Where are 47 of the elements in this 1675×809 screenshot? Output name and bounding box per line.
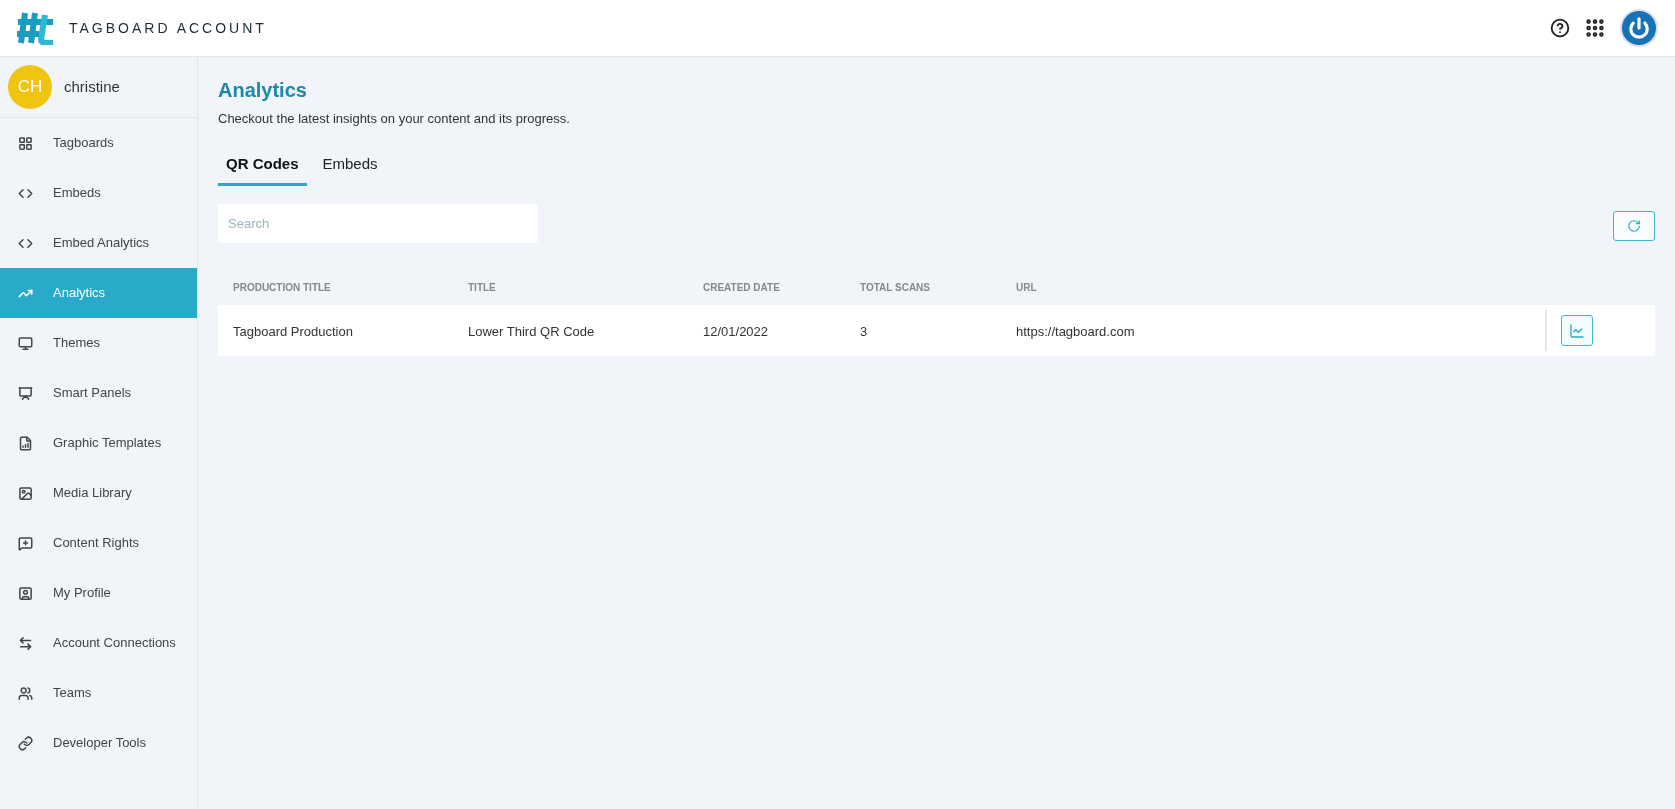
table-cell: Tagboard Production [233, 323, 353, 339]
column-header: TITLE [468, 282, 496, 293]
sidebar-item[interactable]: Smart Panels [0, 368, 197, 418]
page-title: Analytics [218, 78, 307, 103]
sidebar-item[interactable]: Tagboards [0, 118, 197, 168]
sidebar-item[interactable]: Developer Tools [0, 718, 197, 768]
profile-card-icon [18, 585, 33, 601]
sidebar-item[interactable]: Embed Analytics [0, 218, 197, 268]
power-avatar[interactable] [1620, 9, 1658, 47]
hashtag-logo-icon [17, 11, 55, 45]
sidebar-item[interactable]: Embeds [0, 168, 197, 218]
apps-grid-icon[interactable] [1584, 17, 1606, 39]
app-title: TAGBOARD ACCOUNT [69, 18, 267, 38]
column-header: CREATED DATE [703, 282, 780, 293]
people-icon [18, 685, 33, 701]
tab[interactable]: QR Codes [218, 152, 307, 186]
arrows-icon [18, 635, 33, 651]
table-cell: https://tagboard.com [1016, 323, 1135, 339]
column-header: PRODUCTION TITLE [233, 282, 331, 293]
sidebar-item[interactable]: Graphic Templates [0, 418, 197, 468]
sidebar-item[interactable]: Account Connections [0, 618, 197, 668]
sidebar-item[interactable]: Content Rights [0, 518, 197, 568]
monitor-icon [18, 335, 33, 351]
sidebar-item[interactable]: My Profile [0, 568, 197, 618]
power-icon [1628, 17, 1650, 39]
image-icon [18, 485, 33, 501]
help-icon[interactable] [1550, 18, 1570, 38]
sidebar-item[interactable]: Teams [0, 668, 197, 718]
sidebar-item[interactable]: Media Library [0, 468, 197, 518]
file-chart-icon [18, 435, 33, 451]
table-cell: 3 [860, 323, 868, 339]
sidebar-item[interactable]: Themes [0, 318, 197, 368]
message-plus-icon [18, 535, 33, 551]
grid-icon [18, 135, 33, 151]
tab[interactable]: Embeds [314, 152, 386, 186]
page-subtitle: Checkout the latest insights on your content and its progress. [218, 110, 570, 128]
line-chart-icon [1569, 322, 1585, 339]
link-icon [18, 735, 33, 751]
table-cell: 12/01/2022 [703, 323, 769, 339]
user-avatar: CH [8, 65, 52, 109]
user-name: christine [64, 76, 120, 97]
refresh-icon [1627, 219, 1641, 233]
search-field[interactable]: Search [218, 204, 538, 243]
column-header: TOTAL SCANS [860, 282, 930, 293]
column-header: URL [1016, 282, 1037, 293]
table-cell: Lower Third QR Code [468, 323, 595, 339]
presentation-icon [18, 385, 33, 401]
